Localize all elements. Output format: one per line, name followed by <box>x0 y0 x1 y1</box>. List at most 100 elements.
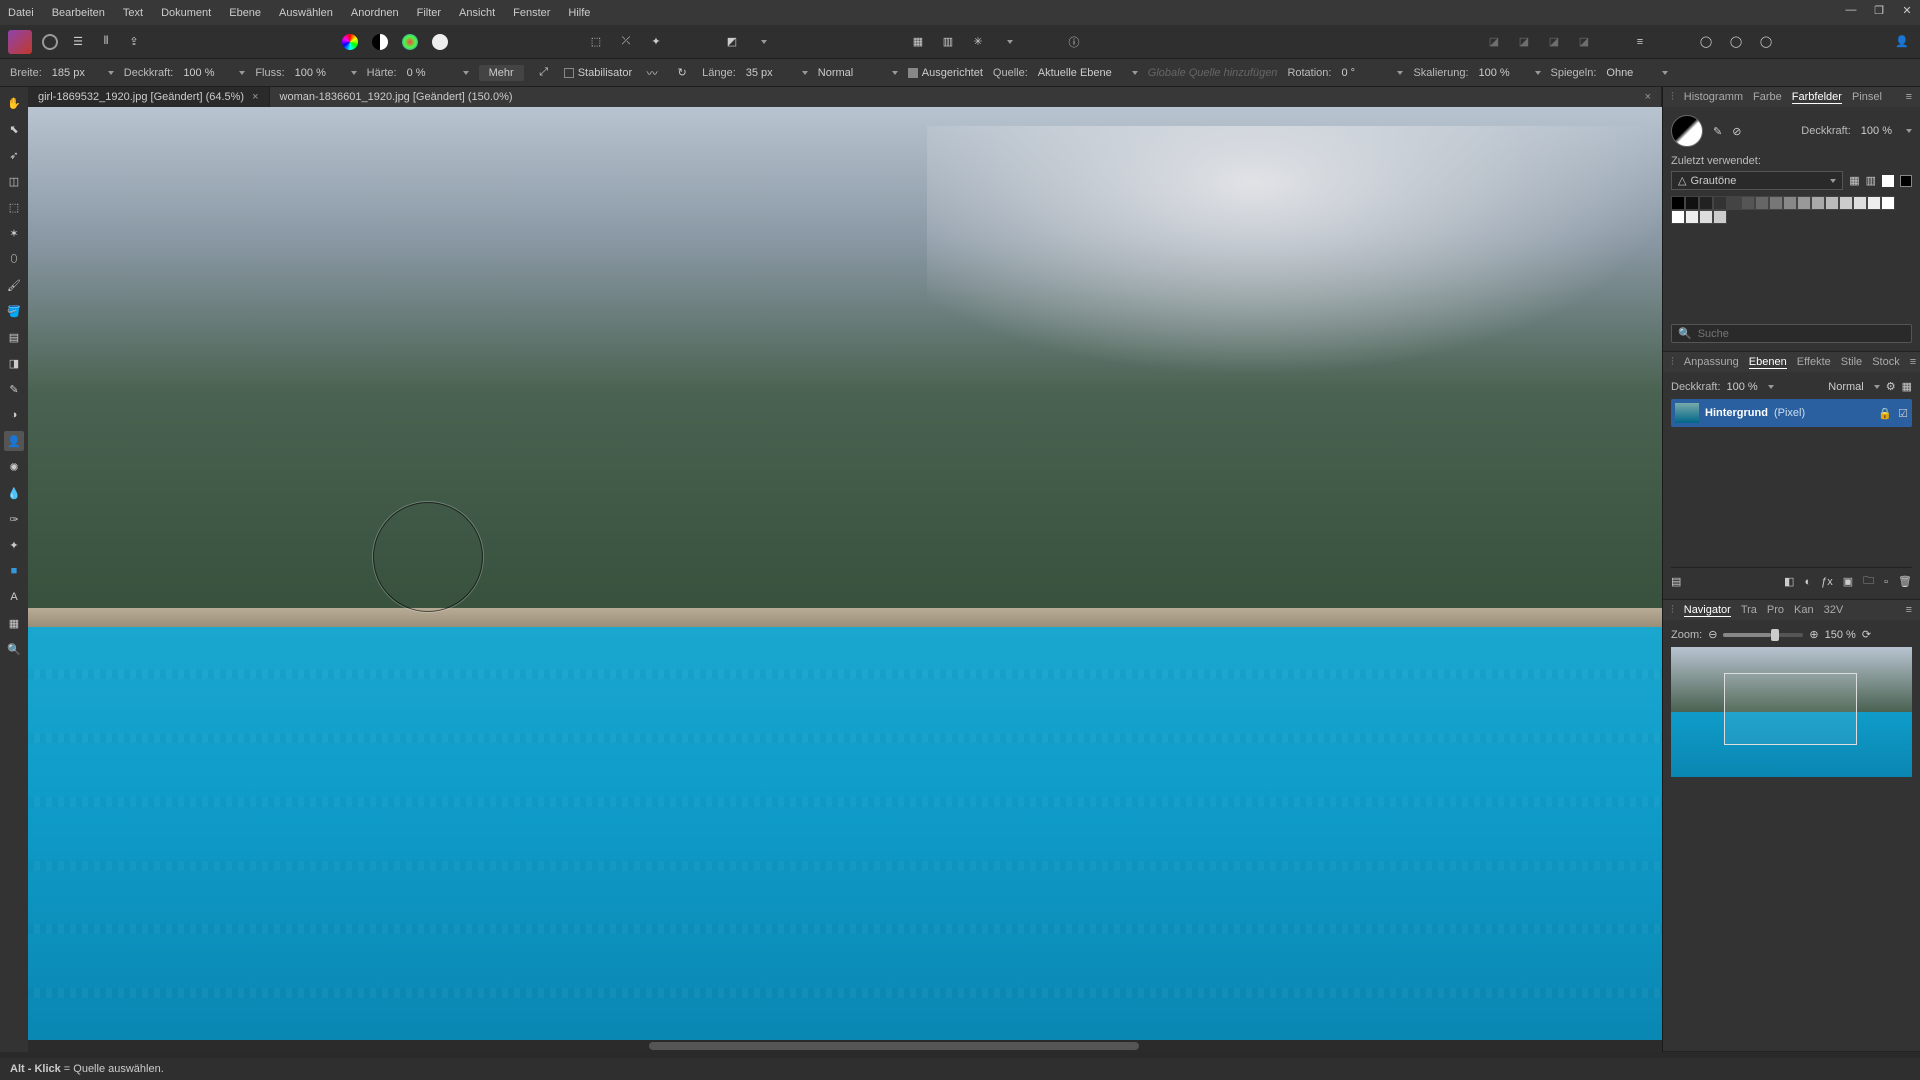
menu-ansicht[interactable]: Ansicht <box>459 7 495 19</box>
chevron-down-icon[interactable] <box>108 71 114 75</box>
crop-layer-icon[interactable]: ▣ <box>1843 575 1853 588</box>
rope-mode-icon[interactable]: 〰 <box>642 63 662 83</box>
clone-tool-icon[interactable]: 👤 <box>4 431 24 451</box>
group-icon[interactable]: 🗀 <box>1863 572 1874 591</box>
zoom-in-icon[interactable]: ⊕ <box>1809 628 1818 641</box>
tab-protocol[interactable]: Pro <box>1767 604 1784 616</box>
document-tab-2[interactable]: woman-1836601_1920.jpg [Geändert] (150.0… <box>270 87 1662 107</box>
pen-tool-icon[interactable]: ✑ <box>4 509 24 529</box>
chevron-down-icon[interactable] <box>1397 71 1403 75</box>
align-icon[interactable]: ≡ <box>1630 32 1650 52</box>
swatch[interactable] <box>1713 196 1727 210</box>
mask-icon[interactable]: ◧ <box>1784 575 1794 588</box>
tab-effekte[interactable]: Effekte <box>1797 356 1831 368</box>
layers-filter-icon[interactable]: ▤ <box>1671 575 1681 588</box>
swatch-search[interactable]: 🔍 <box>1671 324 1912 343</box>
chevron-down-icon[interactable] <box>351 71 357 75</box>
move-tool-icon[interactable]: ⬉ <box>4 119 24 139</box>
layer-opacity-value[interactable]: 100 % <box>1727 381 1758 393</box>
zoom-value[interactable]: 150 % <box>1825 629 1856 641</box>
swatch[interactable] <box>1839 196 1853 210</box>
zoom-reset-icon[interactable]: ⟳ <box>1862 628 1871 641</box>
swatch[interactable] <box>1825 196 1839 210</box>
swatch[interactable] <box>1881 196 1895 210</box>
fx-icon[interactable]: ƒx <box>1821 576 1833 588</box>
adjustment-icon[interactable]: ◐ <box>1804 576 1811 588</box>
colorwheel-icon[interactable] <box>340 32 360 52</box>
none-color-icon[interactable]: ⊘ <box>1732 125 1741 138</box>
chevron-down-icon[interactable] <box>1874 385 1880 389</box>
zoom-slider[interactable] <box>1723 633 1803 637</box>
menu-auswaehlen[interactable]: Auswählen <box>279 7 333 19</box>
source-value[interactable]: Aktuelle Ebene <box>1038 67 1118 79</box>
swatch[interactable] <box>1769 196 1783 210</box>
swatch[interactable] <box>1811 196 1825 210</box>
tab-anpassung[interactable]: Anpassung <box>1684 356 1739 368</box>
global-source-placeholder[interactable]: Globale Quelle hinzufügen <box>1148 67 1278 79</box>
swatch[interactable] <box>1699 210 1713 224</box>
lab-icon[interactable] <box>430 32 450 52</box>
add-layer-icon[interactable]: ▫ <box>1884 576 1888 588</box>
swatch-preset-select[interactable]: △ Grautöne <box>1671 171 1843 190</box>
flood-select-tool-icon[interactable]: ⬯ <box>4 249 24 269</box>
pencil-tool-icon[interactable]: ✎ <box>4 379 24 399</box>
swatch-fill-icon[interactable] <box>1882 175 1894 187</box>
split-view-icon[interactable]: ▥ <box>938 32 958 52</box>
dodge-tool-icon[interactable]: ◑ <box>4 405 24 425</box>
tab-transform[interactable]: Tra <box>1741 604 1757 616</box>
menu-datei[interactable]: Datei <box>8 7 34 19</box>
opacity-value[interactable]: 100 % <box>183 67 225 79</box>
chevron-down-icon[interactable] <box>802 71 808 75</box>
menu-fenster[interactable]: Fenster <box>513 7 550 19</box>
develop-persona-icon[interactable]: ⫴ <box>96 32 116 52</box>
chevron-down-icon[interactable] <box>892 71 898 75</box>
swatch[interactable] <box>1783 196 1797 210</box>
selection-cross-icon[interactable]: ⤫ <box>616 32 636 52</box>
info-icon[interactable]: ⓘ <box>1064 32 1084 52</box>
stabilizer-toggle[interactable]: Stabilisator <box>564 67 632 79</box>
assistant-icon[interactable]: ✳ <box>968 32 988 52</box>
delete-layer-icon[interactable]: 🗑 <box>1898 575 1912 588</box>
mesh-tool-icon[interactable]: ▦ <box>4 613 24 633</box>
hand-tool-icon[interactable]: ✋ <box>4 93 24 113</box>
menu-ebene[interactable]: Ebene <box>229 7 261 19</box>
foreground-background-color[interactable] <box>1671 115 1703 147</box>
gear-icon[interactable]: ⚙ <box>1886 380 1896 393</box>
tab-channels[interactable]: Kan <box>1794 604 1814 616</box>
flow-value[interactable]: 100 % <box>295 67 337 79</box>
boolean-intersect-icon[interactable]: ◯ <box>1756 32 1776 52</box>
close-icon[interactable]: × <box>1645 91 1651 103</box>
color-picker-tool-icon[interactable]: ➶ <box>4 145 24 165</box>
tab-stock[interactable]: Stock <box>1872 356 1900 368</box>
gradient-tool-icon[interactable]: ▤ <box>4 327 24 347</box>
swatch[interactable] <box>1685 196 1699 210</box>
search-input[interactable] <box>1698 328 1905 340</box>
menu-bearbeiten[interactable]: Bearbeiten <box>52 7 105 19</box>
tab-histogramm[interactable]: Histogramm <box>1684 91 1743 103</box>
tab-stile[interactable]: Stile <box>1841 356 1862 368</box>
swatch[interactable] <box>1685 210 1699 224</box>
window-minimize-icon[interactable]: — <box>1844 4 1858 17</box>
width-value[interactable]: 185 px <box>52 67 94 79</box>
chevron-down-icon[interactable] <box>998 32 1018 52</box>
erase-tool-icon[interactable]: ◨ <box>4 353 24 373</box>
close-icon[interactable]: × <box>252 91 258 103</box>
canvas[interactable] <box>28 107 1662 1052</box>
swatch[interactable] <box>1713 210 1727 224</box>
blur-tool-icon[interactable]: 💧 <box>4 483 24 503</box>
shape-tool-icon[interactable]: ■ <box>4 561 24 581</box>
lock-icon[interactable]: 🔒 <box>1878 407 1892 420</box>
tab-farbe[interactable]: Farbe <box>1753 91 1782 103</box>
account-icon[interactable]: 👤 <box>1892 32 1912 52</box>
swatch[interactable] <box>1727 196 1741 210</box>
tab-ebenen[interactable]: Ebenen <box>1749 356 1787 369</box>
swatch[interactable] <box>1797 196 1811 210</box>
swatch-opacity-value[interactable]: 100 % <box>1861 125 1892 137</box>
scale-value[interactable]: 100 % <box>1479 67 1521 79</box>
photo-persona-icon[interactable] <box>40 32 60 52</box>
window-mode-icon[interactable]: ↻ <box>672 63 692 83</box>
zoom-tool-icon[interactable]: 🔍 <box>4 639 24 659</box>
fill-tool-icon[interactable]: 🪣 <box>4 301 24 321</box>
grayscale-icon[interactable] <box>370 32 390 52</box>
swatch[interactable] <box>1671 196 1685 210</box>
